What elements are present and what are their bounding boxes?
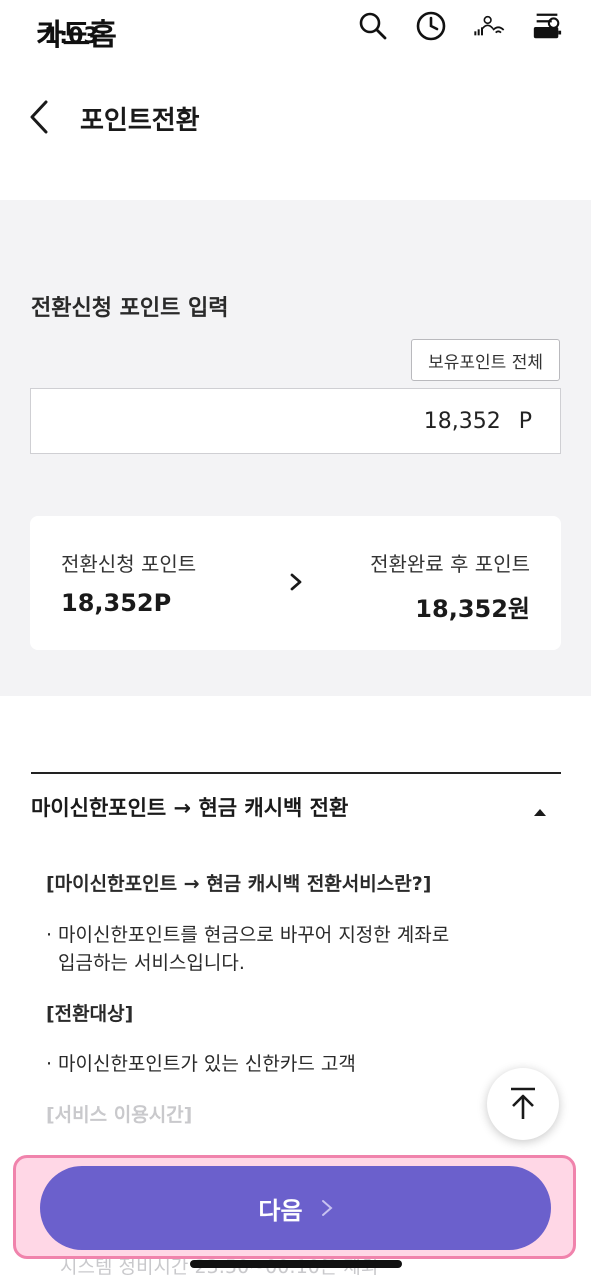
info-heading-hours: [서비스 이용시간]: [46, 1103, 193, 1126]
info-bullet-service-line1: 마이신한포인트를 현금으로 바꾸어 지정한 계좌로: [58, 923, 450, 946]
chevron-right-icon: [288, 572, 304, 592]
info-section: [마이신한포인트 → 현금 캐시백 전환서비스란?] 마이신한포인트를 현금으로…: [46, 870, 546, 1129]
summary-card: 전환신청 포인트 18,352P 전환완료 후 포인트 18,352원: [30, 516, 561, 650]
info-bullet-service: 마이신한포인트를 현금으로 바꾸어 지정한 계좌로 입금하는 서비스입니다.: [46, 921, 546, 978]
next-button[interactable]: 다음: [40, 1166, 551, 1250]
clock-icon[interactable]: [415, 10, 447, 42]
arrow-up-icon: [511, 1087, 535, 1119]
point-form-panel: 전환신청 포인트 입력 보유포인트 전체 18,352 P 전환신청 포인트 1…: [0, 200, 591, 696]
status-bar: 카드홈 1:03: [0, 0, 591, 56]
scroll-top-button[interactable]: [487, 1068, 559, 1140]
section-label: 전환신청 포인트 입력: [31, 296, 229, 321]
search-icon[interactable]: [357, 10, 389, 42]
header: 포인트전환: [0, 80, 591, 154]
next-button-label: 다음: [258, 1196, 303, 1225]
summary-requested-value: 18,352P: [61, 589, 172, 617]
user-signal-icon[interactable]: [473, 10, 505, 42]
amount-input[interactable]: 18,352 P: [30, 388, 561, 454]
info-heading-target: [전환대상]: [46, 1002, 134, 1025]
amount-unit: P: [518, 408, 532, 434]
summary-result-value: 18,352원: [415, 595, 530, 623]
status-icons: [357, 10, 563, 42]
summary-requested-label: 전환신청 포인트: [61, 552, 197, 576]
divider: [31, 772, 561, 774]
summary-requested: 전환신청 포인트 18,352P: [61, 548, 196, 617]
all-points-button[interactable]: 보유포인트 전체: [411, 339, 560, 381]
info-heading-service: [마이신한포인트 → 현금 캐시백 전환서비스란?]: [46, 873, 432, 895]
home-indicator: [190, 1260, 402, 1268]
info-bullet-service-line2: 입금하는 서비스입니다.: [58, 952, 245, 974]
back-icon[interactable]: [24, 98, 58, 136]
accordion-title[interactable]: 마이신한포인트 → 현금 캐시백 전환: [31, 792, 348, 822]
page-title: 포인트전환: [80, 106, 200, 136]
summary-result-label: 전환완료 후 포인트: [370, 552, 530, 576]
menu-battery-icon[interactable]: [531, 10, 563, 42]
caret-up-icon[interactable]: [533, 802, 547, 816]
status-time: 1:03: [44, 24, 99, 49]
chevron-right-icon: [321, 1199, 333, 1217]
amount-value: 18,352: [423, 408, 501, 434]
summary-result: 전환완료 후 포인트 18,352원: [370, 548, 530, 624]
info-bullet-target: 마이신한포인트가 있는 신한카드 고객: [46, 1050, 546, 1079]
